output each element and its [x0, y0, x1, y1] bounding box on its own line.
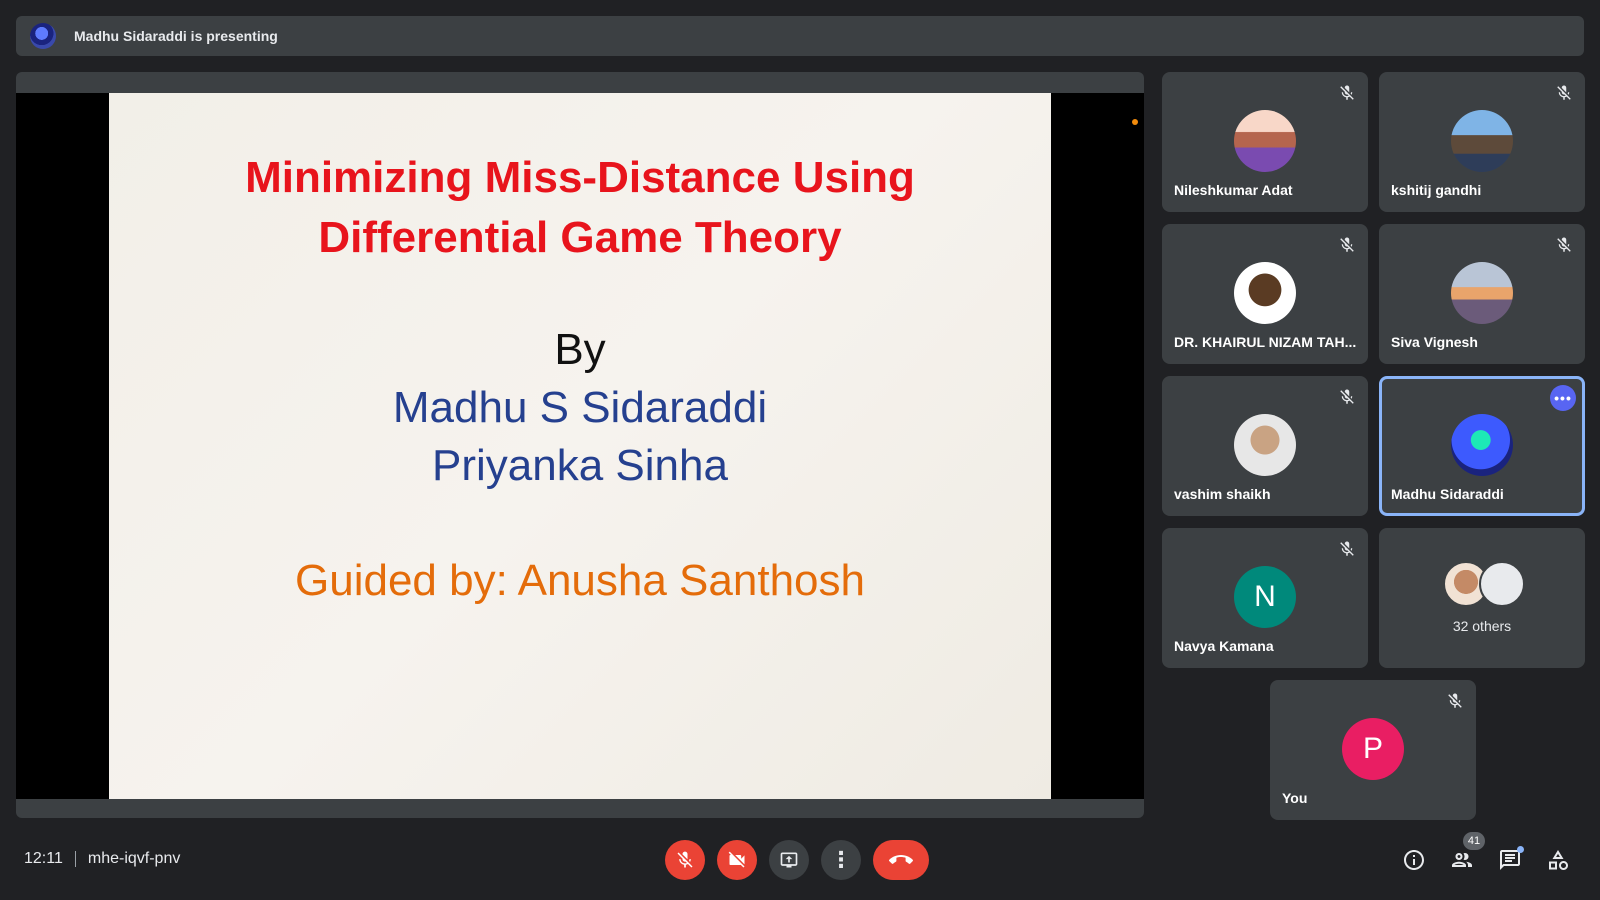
- chat-notification-dot: [1517, 846, 1524, 853]
- slide-title-line-1: Minimizing Miss-Distance Using: [245, 153, 915, 202]
- participant-avatar: [1451, 414, 1513, 476]
- mic-off-icon: [1557, 85, 1571, 100]
- mic-off-icon: [1340, 389, 1354, 404]
- participant-name: kshitij gandhi: [1391, 182, 1482, 198]
- participant-avatar: [1234, 414, 1296, 476]
- slide-author-1: Madhu S Sidaraddi: [392, 383, 768, 432]
- others-count: 32 others: [1452, 618, 1512, 634]
- slide-title: Minimizing Miss-Distance Using Different…: [109, 148, 1051, 268]
- slide: Minimizing Miss-Distance Using Different…: [109, 93, 1051, 799]
- hang-up-icon: [889, 855, 913, 864]
- slide-author-2: Priyanka Sinha: [432, 441, 728, 490]
- participant-tile[interactable]: Nileshkumar Adat: [1162, 72, 1368, 212]
- participant-tile[interactable]: N Navya Kamana: [1162, 528, 1368, 668]
- self-avatar-initial: P: [1342, 718, 1404, 780]
- mic-off-icon: [1340, 85, 1354, 100]
- leave-call-button[interactable]: [873, 840, 929, 880]
- participant-name: Siva Vignesh: [1391, 334, 1478, 350]
- mic-off-icon: [1557, 237, 1571, 252]
- participant-tile[interactable]: DR. KHAIRUL NIZAM TAH...: [1162, 224, 1368, 364]
- more-options-icon[interactable]: •••: [1550, 385, 1576, 411]
- mic-off-icon: [1340, 541, 1354, 556]
- meeting-time: 12:11: [24, 850, 63, 867]
- participant-name: Madhu Sidaraddi: [1391, 486, 1504, 502]
- participant-name: Navya Kamana: [1174, 638, 1274, 654]
- participant-avatar-initial: N: [1234, 566, 1296, 628]
- more-options-button[interactable]: ⋮: [821, 840, 861, 880]
- camera-toggle-button[interactable]: [717, 840, 757, 880]
- others-tile[interactable]: 32 others: [1379, 528, 1585, 668]
- people-count-badge: 41: [1463, 832, 1485, 850]
- mic-off-icon: [1448, 693, 1462, 708]
- participant-name: vashim shaikh: [1174, 486, 1271, 502]
- meeting-details-icon[interactable]: [1402, 848, 1426, 872]
- participant-name: Nileshkumar Adat: [1174, 182, 1293, 198]
- participant-avatar: [1234, 262, 1296, 324]
- slide-title-line-2: Differential Game Theory: [318, 213, 842, 262]
- participant-tile-presenter[interactable]: ••• Madhu Sidaraddi: [1379, 376, 1585, 516]
- presenting-text: Madhu Sidaraddi is presenting: [74, 28, 278, 44]
- mic-off-icon: [677, 851, 693, 868]
- self-tile[interactable]: P You: [1270, 680, 1476, 820]
- slide-guide: Guided by: Anusha Santhosh: [295, 556, 865, 605]
- microphone-toggle-button[interactable]: [665, 840, 705, 880]
- others-avatar: [1479, 561, 1525, 607]
- participant-tile[interactable]: Siva Vignesh: [1379, 224, 1585, 364]
- mic-off-icon: [1340, 237, 1354, 252]
- participant-avatar: [1451, 110, 1513, 172]
- presentation-video: Minimizing Miss-Distance Using Different…: [16, 93, 1144, 799]
- self-name: You: [1282, 790, 1308, 806]
- participant-tile[interactable]: vashim shaikh: [1162, 376, 1368, 516]
- present-screen-button[interactable]: [769, 840, 809, 880]
- presenting-banner: Madhu Sidaraddi is presenting: [16, 16, 1584, 56]
- participant-name: DR. KHAIRUL NIZAM TAH...: [1174, 334, 1357, 350]
- camera-off-icon: [728, 851, 745, 868]
- slide-by: By: [554, 325, 606, 374]
- present-screen-icon: [780, 852, 798, 868]
- presentation-stage[interactable]: Minimizing Miss-Distance Using Different…: [16, 72, 1144, 818]
- participant-avatar: [1234, 110, 1296, 172]
- presenter-avatar: [30, 23, 56, 49]
- meeting-code: mhe-iqvf-pnv: [87, 850, 181, 867]
- divider: [74, 851, 76, 867]
- recording-indicator-dot: [1132, 119, 1138, 125]
- participant-avatar: [1451, 262, 1513, 324]
- participant-tile[interactable]: kshitij gandhi: [1379, 72, 1585, 212]
- people-icon[interactable]: [1450, 848, 1474, 872]
- meeting-info: 12:11 mhe-iqvf-pnv: [24, 850, 180, 868]
- activities-icon[interactable]: [1546, 848, 1570, 872]
